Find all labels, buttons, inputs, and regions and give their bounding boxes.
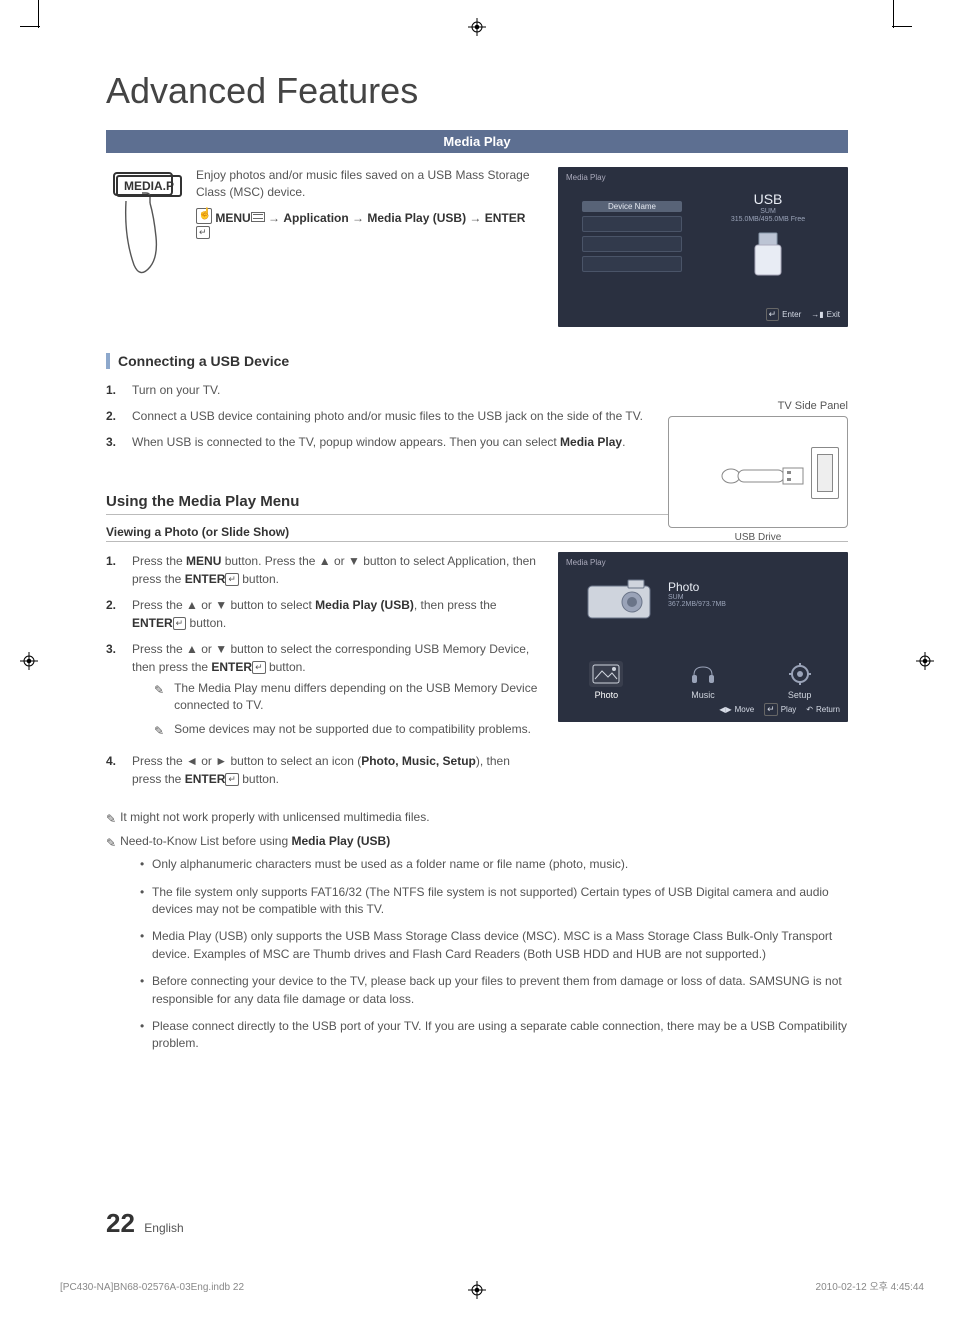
category-setup: Setup xyxy=(783,661,817,700)
footer-move: ◀▶ Move xyxy=(719,703,754,716)
path-app: Application xyxy=(283,211,348,225)
step-text: When USB is connected to the TV, popup w… xyxy=(132,433,625,451)
list-item: Before connecting your device to the TV,… xyxy=(140,973,848,1008)
size-label: 367.2MB/973.7MB xyxy=(668,601,726,608)
note-icon: ✎ xyxy=(106,812,116,826)
note-icon: ✎ xyxy=(106,836,116,850)
page-number: 22 xyxy=(106,1208,135,1238)
step-text: Connect a USB device containing photo an… xyxy=(132,407,643,425)
panel-caption: TV Side Panel xyxy=(668,400,848,412)
step-text: Press the ◄ or ► button to select an ico… xyxy=(132,752,538,788)
screen-header: Media Play xyxy=(566,558,606,567)
gear-icon xyxy=(783,661,817,687)
note-text: The Media Play menu differs depending on… xyxy=(174,680,538,715)
menu-path: MENU → Application → Media Play (USB) → … xyxy=(196,208,538,239)
screen-header: Media Play xyxy=(566,173,606,182)
section-marker xyxy=(106,353,110,369)
footer-enter: ↵Enter xyxy=(766,308,802,321)
usb-drive-label: USB Drive xyxy=(668,532,848,543)
photo-icon xyxy=(589,661,623,687)
page-footer: 22 English xyxy=(106,1208,184,1239)
category-photo: Photo xyxy=(589,661,623,700)
hand-icon xyxy=(196,208,212,224)
usb-steps: 1.Turn on your TV. 2.Connect a USB devic… xyxy=(106,381,648,459)
crop-mark xyxy=(20,26,40,27)
note-icon: ✎ xyxy=(154,682,164,717)
screenshot-photo-menu: Media Play Photo SUM 367.2MB/973.7MB Pho… xyxy=(558,552,848,722)
menu-steps: 1.Press the MENU button. Press the ▲ or … xyxy=(106,552,538,788)
remote-illustration: MEDIA.P xyxy=(106,167,182,287)
enter-icon: ↵ xyxy=(173,617,187,630)
language-label: English xyxy=(144,1221,183,1235)
device-slot xyxy=(582,216,682,232)
step-text: Turn on your TV. xyxy=(132,381,220,399)
crop-mark xyxy=(893,0,894,28)
section-bar: Media Play xyxy=(106,130,848,153)
category-label: Setup xyxy=(788,690,812,700)
step-text: Press the MENU button. Press the ▲ or ▼ … xyxy=(132,552,538,588)
menu-icon xyxy=(251,212,265,222)
note-line: ✎Need-to-Know List before using Media Pl… xyxy=(106,834,848,848)
intro-text: Enjoy photos and/or music files saved on… xyxy=(196,167,538,202)
note-text: Some devices may not be supported due to… xyxy=(174,721,531,738)
camera-icon xyxy=(586,576,652,620)
path-menu: MENU xyxy=(215,211,250,225)
list-item: Media Play (USB) only supports the USB M… xyxy=(140,928,848,963)
category-music: Music xyxy=(686,661,720,700)
list-item: Please connect directly to the USB port … xyxy=(140,1018,848,1053)
enter-icon: ↵ xyxy=(196,226,210,239)
usb-plug-icon xyxy=(721,465,811,487)
usb-title: USB xyxy=(708,191,828,207)
size-label: 315.0MB/495.0MB Free xyxy=(708,216,828,223)
registration-mark-icon xyxy=(916,652,934,670)
screenshot-device-list: Media Play Device Name USB SUM 315.0MB/4… xyxy=(558,167,848,327)
device-slot xyxy=(582,236,682,252)
list-item: The file system only supports FAT16/32 (… xyxy=(140,884,848,919)
path-enter: ENTER xyxy=(485,211,526,225)
note-line: ✎It might not work properly with unlicen… xyxy=(106,810,848,824)
page-title: Advanced Features xyxy=(106,70,848,112)
crop-mark xyxy=(892,26,912,27)
enter-icon: ↵ xyxy=(225,773,239,786)
media-p-button: MEDIA.P xyxy=(116,175,182,197)
registration-mark-icon xyxy=(468,18,486,36)
enter-icon: ↵ xyxy=(252,661,266,674)
footer-exit: →▮ Exit xyxy=(811,308,840,321)
category-label: Music xyxy=(691,690,715,700)
footer-return: ↶ Return xyxy=(806,703,840,716)
note-icon: ✎ xyxy=(154,723,164,740)
device-slot xyxy=(582,256,682,272)
sum-label: SUM xyxy=(668,594,684,601)
step-text: Press the ▲ or ▼ button to select the co… xyxy=(132,640,538,744)
tv-side-panel-figure: TV Side Panel USB Drive xyxy=(668,400,848,543)
section-heading: Connecting a USB Device xyxy=(118,353,289,369)
path-media-play: Media Play (USB) xyxy=(367,211,466,225)
need-to-know-list: Only alphanumeric characters must be use… xyxy=(140,856,848,1053)
usb-port-icon xyxy=(811,447,839,499)
crop-mark xyxy=(38,0,39,28)
registration-mark-icon xyxy=(468,1281,486,1299)
enter-icon: ↵ xyxy=(225,573,239,586)
footer-play: ↵ Play xyxy=(764,703,796,716)
print-meta-left: [PC430-NA]BN68-02576A-03Eng.indb 22 xyxy=(60,1282,244,1293)
music-icon xyxy=(686,661,720,687)
list-item: Only alphanumeric characters must be use… xyxy=(140,856,848,873)
photo-title: Photo xyxy=(668,580,726,594)
registration-mark-icon xyxy=(20,652,38,670)
category-label: Photo xyxy=(595,690,619,700)
print-meta-right: 2010-02-12 오후 4:45:44 xyxy=(816,1278,924,1293)
usb-stick-icon xyxy=(749,231,787,277)
sum-label: SUM xyxy=(760,208,776,215)
device-name-label: Device Name xyxy=(582,201,682,212)
step-text: Press the ▲ or ▼ button to select Media … xyxy=(132,596,538,632)
